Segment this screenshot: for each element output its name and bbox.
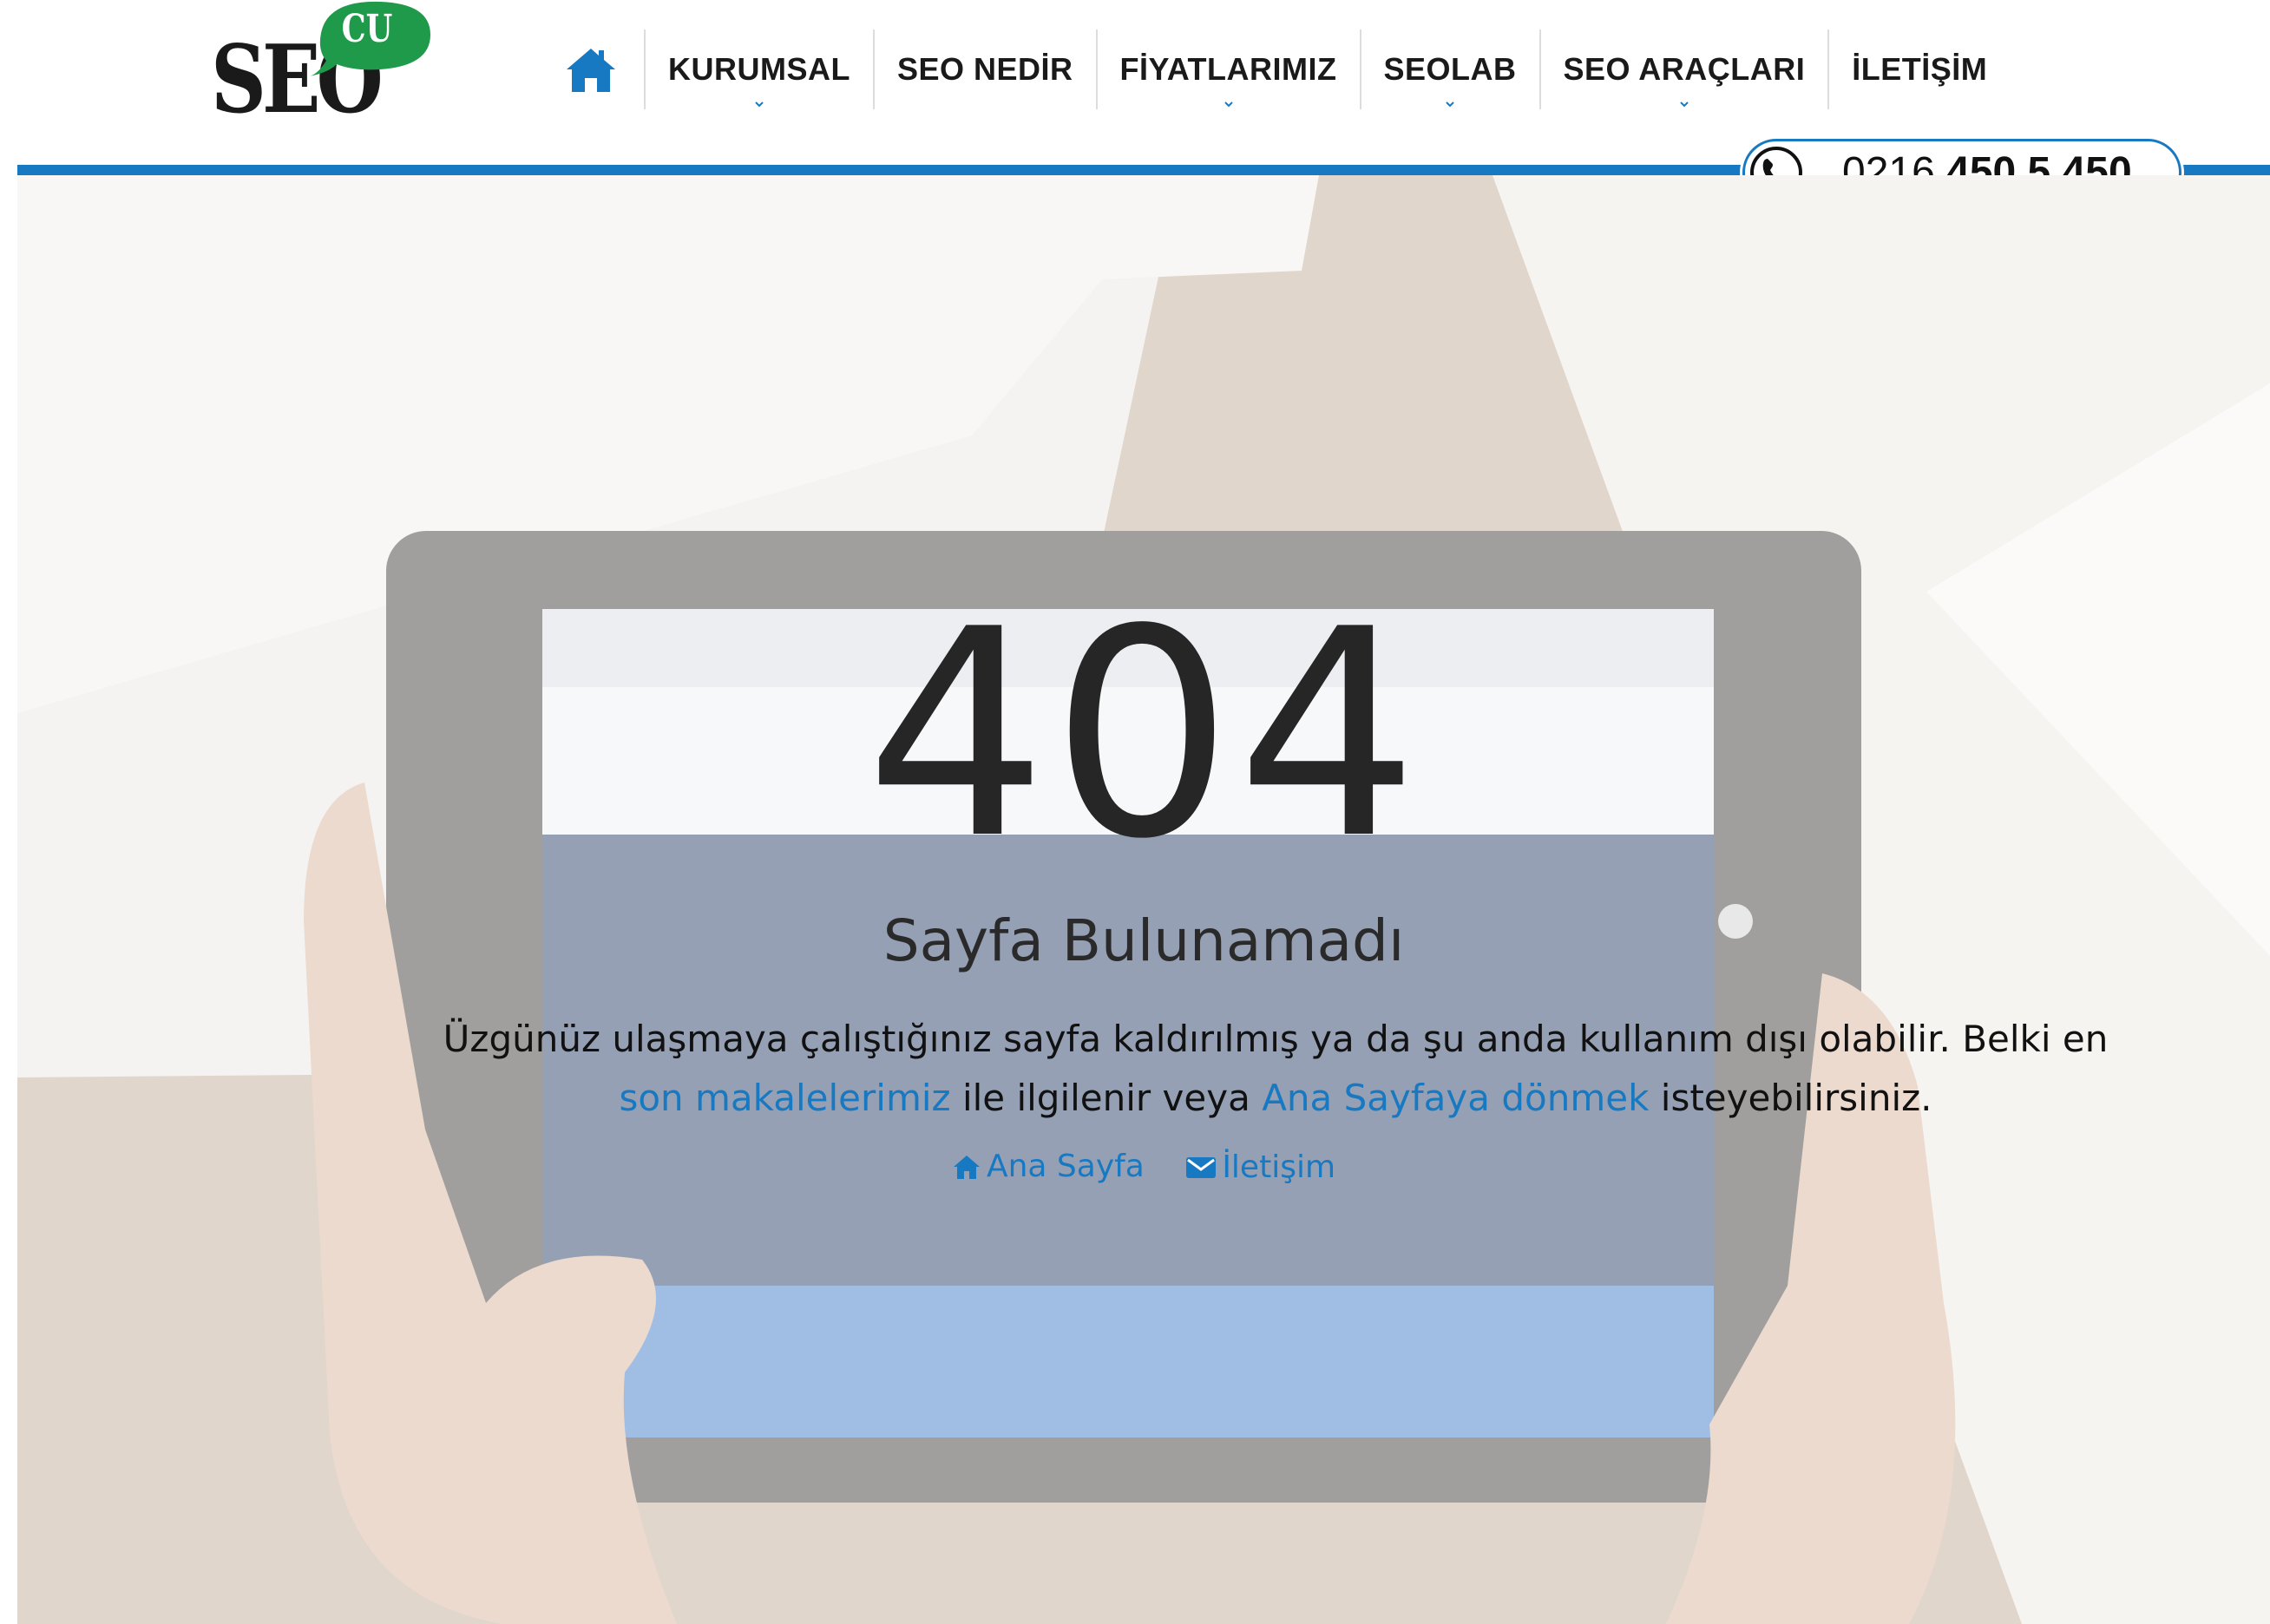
nav-iletisim[interactable]: İLETİŞİM xyxy=(1829,26,2010,113)
quick-links: Ana Sayfa İletişim xyxy=(17,1145,2270,1192)
error-message-text: Üzgünüz ulaşmaya çalıştığınız sayfa kald… xyxy=(443,1018,2109,1060)
nav-home[interactable] xyxy=(555,26,644,113)
main-nav: KURUMSAL SEO NEDİR FİYATLARIMIZ SEOLAB S… xyxy=(555,26,2010,113)
chevron-down-icon xyxy=(1224,102,1233,108)
nav-label: SEO NEDİR xyxy=(896,51,1073,87)
nav-seo-araclari[interactable]: SEO ARAÇLARI xyxy=(1541,26,1828,113)
contact-link-label: İletişim xyxy=(1222,1149,1336,1185)
chevron-down-icon xyxy=(755,102,764,108)
site-logo[interactable]: SEO CU xyxy=(211,0,436,130)
nav-label: İLETİŞİM xyxy=(1852,51,1988,87)
logo-badge: CU xyxy=(341,7,393,51)
error-message: Üzgünüz ulaşmaya çalıştığınız sayfa kald… xyxy=(390,1010,2161,1128)
error-code: 404 xyxy=(865,568,1422,901)
nav-kurumsal[interactable]: KURUMSAL xyxy=(646,26,873,113)
chevron-down-icon xyxy=(1446,102,1454,108)
nav-fiyatlarimiz[interactable]: FİYATLARIMIZ xyxy=(1098,26,1360,113)
nav-label: SEOLAB xyxy=(1383,51,1517,87)
error-title: Sayfa Bulunamadı xyxy=(882,907,1405,974)
nav-seolab[interactable]: SEOLAB xyxy=(1361,26,1539,113)
error-message-text: ile ilgilenir veya xyxy=(961,1077,1250,1119)
hero-section: 404 Sayfa Bulunamadı Üzgünüz ulaşmaya ça… xyxy=(17,175,2270,1624)
articles-link[interactable]: son makalelerimiz xyxy=(619,1077,950,1119)
error-message-text: isteyebilirsiniz. xyxy=(1660,1077,1932,1119)
nav-label: FİYATLARIMIZ xyxy=(1119,51,1337,87)
home-icon xyxy=(567,49,615,92)
nav-label: KURUMSAL xyxy=(668,51,850,87)
site-header: SEO CU KURUMSAL SEO NEDİR FİYATLARIMIZ S… xyxy=(0,0,2270,206)
contact-link[interactable]: İletişim xyxy=(1185,1146,1335,1189)
chevron-down-icon xyxy=(1680,102,1689,108)
home-icon xyxy=(953,1156,980,1179)
homepage-link[interactable]: Ana Sayfaya dönmek xyxy=(1262,1077,1649,1119)
home-link-label: Ana Sayfa xyxy=(986,1149,1145,1184)
nav-seo-nedir[interactable]: SEO NEDİR xyxy=(875,26,1096,113)
envelope-icon xyxy=(1186,1157,1217,1178)
home-link[interactable]: Ana Sayfa xyxy=(952,1145,1145,1189)
nav-label: SEO ARAÇLARI xyxy=(1563,51,1806,87)
